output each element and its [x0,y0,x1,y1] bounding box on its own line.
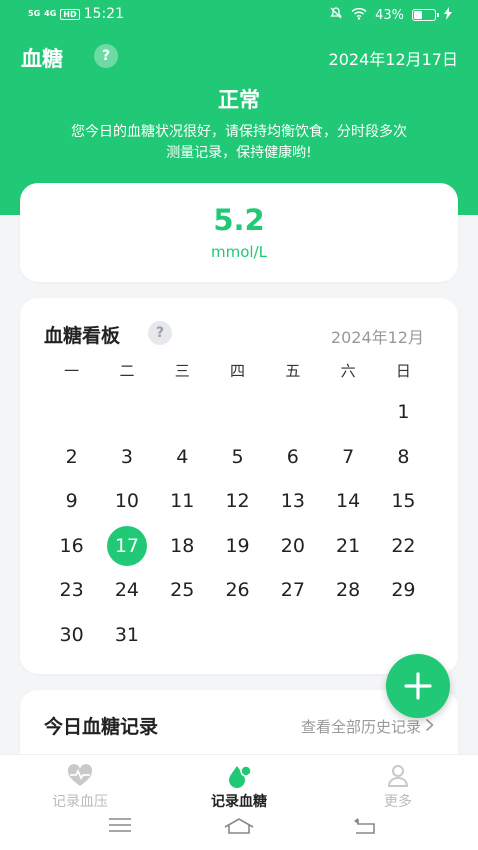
status-bar: 5G 4G HD 15:21 43% [0,0,478,30]
glucose-unit: mmol/L [211,243,267,261]
nav-more[interactable]: 更多 [338,763,458,811]
calendar-empty-cell [155,615,210,655]
calendar-empty-cell [320,392,375,432]
calendar-day-today[interactable]: 17 [99,525,154,566]
calendar-month[interactable]: 2024年12月 [331,324,424,348]
weekday-label: 六 [340,361,356,380]
calendar-week-row: 16 17 18 19 20 21 22 [44,524,458,569]
weekday-label: 三 [174,361,190,380]
weekday-label: 日 [395,361,411,380]
chevron-right-icon [425,718,434,736]
network-5g-indicator: 5G [28,9,41,18]
calendar-week-row: 2345678 [44,435,458,480]
nav-blood-pressure-label: 记录血压 [52,794,108,810]
calendar-empty-cell [320,615,375,655]
calendar-empty-cell [265,392,320,432]
calendar-empty-cell [210,392,265,432]
glucose-value-card: 5.2 mmol/L [20,183,458,282]
calendar-week-row: 23 24 25 26 27 28 29 [44,568,458,613]
records-title: 今日血糖记录 [44,716,159,738]
calendar-day[interactable]: 15 [376,481,431,521]
glucose-calendar-card: 血糖看板 ? 2024年12月 一二三四五六日 1 2 3 4 5 6 7 8 9 10 11 12 13… [20,298,458,674]
calendar-week-row: 9 10 11 12 13 14 15 [44,479,458,524]
calendar-title: 血糖看板 [44,325,121,347]
calendar-day[interactable]: 25 [155,570,210,610]
calendar-empty-cell [155,392,210,432]
calendar-day[interactable]: 7 [320,437,375,477]
help-button[interactable]: ? [94,44,118,68]
calendar-day[interactable]: 14 [320,481,375,521]
status-time: 15:21 [83,6,124,22]
calendar-empty-cell [376,615,431,655]
calendar-day[interactable]: 24 [99,570,154,610]
weekday-label: 二 [119,361,135,380]
mute-icon [329,6,343,24]
home-icon[interactable] [223,817,255,839]
calendar-day[interactable]: 5 [210,437,265,477]
back-icon[interactable] [352,817,376,839]
nav-blood-glucose-label: 记录血糖 [211,794,267,810]
bottom-navigation: 记录血压 记录血糖 更多 [0,754,478,850]
calendar-day[interactable]: 29 [376,570,431,610]
calendar-day[interactable]: 20 [265,526,320,566]
heart-pulse-icon [20,763,140,789]
calendar-week-row: 1 [44,390,458,435]
nav-more-label: 更多 [384,794,412,810]
battery-icon [412,9,439,21]
calendar-help-button[interactable]: ? [148,321,172,345]
nav-blood-pressure[interactable]: 记录血压 [20,763,140,811]
network-4g-indicator: 4G [44,9,57,18]
calendar-day[interactable]: 6 [265,437,320,477]
calendar-day[interactable]: 18 [155,526,210,566]
weekday-header-row: 一二三四五六日 [44,358,458,382]
calendar-week-row: 30 31 [44,613,458,658]
glucose-value: 5.2 [213,203,265,237]
calendar-day[interactable]: 21 [320,526,375,566]
calendar-empty-cell [210,615,265,655]
view-all-label: 查看全部历史记录 [300,718,421,736]
calendar-day[interactable]: 11 [155,481,210,521]
calendar-day[interactable]: 23 [44,570,99,610]
blood-drop-icon [179,763,299,789]
calendar-day[interactable]: 31 [99,615,154,655]
nav-blood-glucose[interactable]: 记录血糖 [179,763,299,811]
calendar-day[interactable]: 13 [265,481,320,521]
current-date: 2024年12月17日 [328,50,458,69]
calendar-grid: 一二三四五六日 1 2 3 4 5 6 7 8 9 10 11 12 13 14 15 16 17 18 19 20 21… [20,358,458,657]
calendar-empty-cell [99,392,154,432]
view-all-history-link[interactable]: 查看全部历史记录 [301,716,434,737]
calendar-day[interactable]: 19 [210,526,265,566]
add-record-button[interactable] [386,654,450,718]
calendar-day[interactable]: 3 [99,437,154,477]
battery-percent: 43% [375,7,404,23]
weekday-label: 一 [64,361,80,380]
page-title: 血糖 [21,47,63,71]
calendar-day[interactable]: 9 [44,481,99,521]
calendar-day[interactable]: 27 [265,570,320,610]
calendar-day[interactable]: 12 [210,481,265,521]
user-icon [338,763,458,789]
calendar-empty-cell [265,615,320,655]
calendar-day[interactable]: 28 [320,570,375,610]
system-navigation-bar [0,817,478,841]
calendar-day[interactable]: 1 [376,392,431,432]
glucose-status: 正常 [218,88,260,112]
calendar-day[interactable]: 8 [376,437,431,477]
calendar-day[interactable]: 4 [155,437,210,477]
status-description: 您今日的血糖状况很好，请保持均衡饮食，分时段多次测量记录，保持健康哟! [71,124,407,161]
weekday-label: 五 [285,361,301,380]
menu-icon[interactable] [108,817,132,837]
weekday-label: 四 [230,361,246,380]
calendar-day[interactable]: 16 [44,526,99,566]
calendar-empty-cell [44,392,99,432]
calendar-day[interactable]: 10 [99,481,154,521]
calendar-day[interactable]: 2 [44,437,99,477]
hd-badge: HD [60,8,80,20]
plus-icon [404,672,432,700]
calendar-day[interactable]: 26 [210,570,265,610]
calendar-day[interactable]: 30 [44,615,99,655]
charging-icon [444,6,452,24]
calendar-day[interactable]: 22 [376,526,431,566]
wifi-icon [351,7,367,24]
